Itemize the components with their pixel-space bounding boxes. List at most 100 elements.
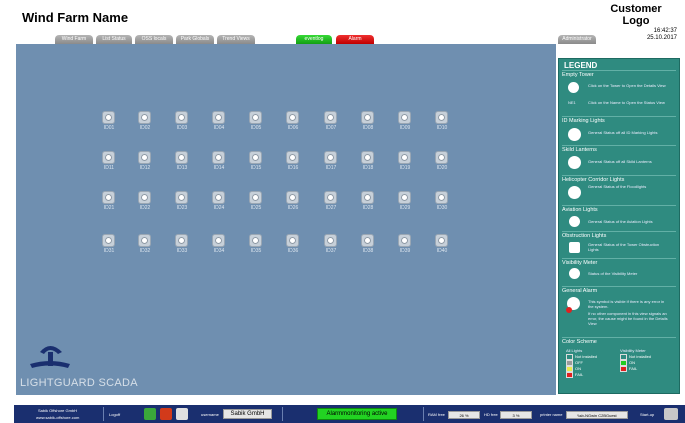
tower-label[interactable]: ID12 [130, 165, 160, 171]
tower-label[interactable]: ID30 [427, 205, 457, 211]
tower[interactable]: ID37 [316, 235, 346, 265]
logoff-user-icon[interactable] [144, 408, 156, 420]
tower-icon[interactable] [325, 152, 336, 163]
tower[interactable]: ID30 [427, 192, 457, 222]
tower-icon[interactable] [325, 112, 336, 123]
tower[interactable]: ID27 [316, 192, 346, 222]
tower[interactable]: ID20 [427, 152, 457, 182]
tower[interactable]: ID19 [390, 152, 420, 182]
tower-icon[interactable] [139, 235, 150, 246]
tab-alarm[interactable]: Alarm [336, 35, 374, 44]
tab-list-status[interactable]: List Status [96, 35, 132, 44]
tower[interactable]: ID01 [94, 112, 124, 142]
tower-label[interactable]: ID32 [130, 248, 160, 254]
tower-label[interactable]: ID17 [316, 165, 346, 171]
tower[interactable]: ID40 [427, 235, 457, 265]
tower-icon[interactable] [325, 192, 336, 203]
tower-icon[interactable] [176, 192, 187, 203]
tower[interactable]: ID36 [278, 235, 308, 265]
tab-administrator[interactable]: Administrator [558, 35, 596, 44]
tower-icon[interactable] [103, 192, 114, 203]
tower-icon[interactable] [213, 192, 224, 203]
company-website[interactable]: www.sabik-offshore.com [36, 415, 79, 420]
tower[interactable]: ID31 [94, 235, 124, 265]
tower[interactable]: ID23 [167, 192, 197, 222]
tower-label[interactable]: ID21 [94, 205, 124, 211]
tower-icon[interactable] [250, 192, 261, 203]
tower[interactable]: ID33 [167, 235, 197, 265]
tower-icon[interactable] [436, 235, 447, 246]
tower-icon[interactable] [213, 112, 224, 123]
tower[interactable]: ID14 [204, 152, 234, 182]
tower-icon[interactable] [287, 112, 298, 123]
tower[interactable]: ID07 [316, 112, 346, 142]
tower-label[interactable]: ID13 [167, 165, 197, 171]
tower-label[interactable]: ID27 [316, 205, 346, 211]
tower[interactable]: ID34 [204, 235, 234, 265]
tower-icon[interactable] [287, 192, 298, 203]
tower-icon[interactable] [399, 112, 410, 123]
logoff-screen-icon[interactable] [176, 408, 188, 420]
tower[interactable]: ID11 [94, 152, 124, 182]
tower-label[interactable]: ID39 [390, 248, 420, 254]
tower[interactable]: ID26 [278, 192, 308, 222]
tower[interactable]: ID29 [390, 192, 420, 222]
tower-icon[interactable] [103, 112, 114, 123]
tower-icon[interactable] [213, 235, 224, 246]
tab-trend-views[interactable]: Trend Views [217, 35, 255, 44]
tower-label[interactable]: ID22 [130, 205, 160, 211]
tower-label[interactable]: ID03 [167, 125, 197, 131]
tower-icon[interactable] [436, 192, 447, 203]
tower[interactable]: ID25 [241, 192, 271, 222]
tower-label[interactable]: ID04 [204, 125, 234, 131]
tab-eventlog[interactable]: eventlog [296, 35, 332, 44]
tower-icon[interactable] [103, 152, 114, 163]
tower-icon[interactable] [103, 235, 114, 246]
tower-icon[interactable] [250, 152, 261, 163]
tower-label[interactable]: ID34 [204, 248, 234, 254]
tower-icon[interactable] [436, 152, 447, 163]
tower[interactable]: ID09 [390, 112, 420, 142]
tower[interactable]: ID38 [353, 235, 383, 265]
tower-label[interactable]: ID11 [94, 165, 124, 171]
tower-icon[interactable] [139, 152, 150, 163]
tower-icon[interactable] [250, 235, 261, 246]
tower-label[interactable]: ID36 [278, 248, 308, 254]
tab-park-globals[interactable]: Park Globals [176, 35, 214, 44]
tower-label[interactable]: ID38 [353, 248, 383, 254]
tower-label[interactable]: ID08 [353, 125, 383, 131]
tab-wind-farm[interactable]: Wind Farm [55, 35, 93, 44]
tower[interactable]: ID10 [427, 112, 457, 142]
tower-icon[interactable] [362, 112, 373, 123]
tower[interactable]: ID32 [130, 235, 160, 265]
tower-icon[interactable] [176, 235, 187, 246]
tower[interactable]: ID18 [353, 152, 383, 182]
tower-label[interactable]: ID18 [353, 165, 383, 171]
tower-icon[interactable] [287, 235, 298, 246]
tower-icon[interactable] [250, 112, 261, 123]
startup-icon[interactable] [664, 408, 678, 420]
tower-icon[interactable] [176, 112, 187, 123]
tower-icon[interactable] [362, 152, 373, 163]
tower-label[interactable]: ID10 [427, 125, 457, 131]
tower-icon[interactable] [325, 235, 336, 246]
tower-label[interactable]: ID19 [390, 165, 420, 171]
tower-icon[interactable] [176, 152, 187, 163]
tower-icon[interactable] [139, 112, 150, 123]
tower-label[interactable]: ID23 [167, 205, 197, 211]
tower-icon[interactable] [436, 112, 447, 123]
tower[interactable]: ID12 [130, 152, 160, 182]
tower-label[interactable]: ID20 [427, 165, 457, 171]
tower-label[interactable]: ID29 [390, 205, 420, 211]
tower[interactable]: ID17 [316, 152, 346, 182]
tower[interactable]: ID21 [94, 192, 124, 222]
tower-label[interactable]: ID25 [241, 205, 271, 211]
tower[interactable]: ID05 [241, 112, 271, 142]
tower[interactable]: ID24 [204, 192, 234, 222]
tower[interactable]: ID15 [241, 152, 271, 182]
tower[interactable]: ID22 [130, 192, 160, 222]
tab-oss-locals[interactable]: OSS locals [135, 35, 173, 44]
tower-label[interactable]: ID06 [278, 125, 308, 131]
tower[interactable]: ID16 [278, 152, 308, 182]
tower[interactable]: ID08 [353, 112, 383, 142]
